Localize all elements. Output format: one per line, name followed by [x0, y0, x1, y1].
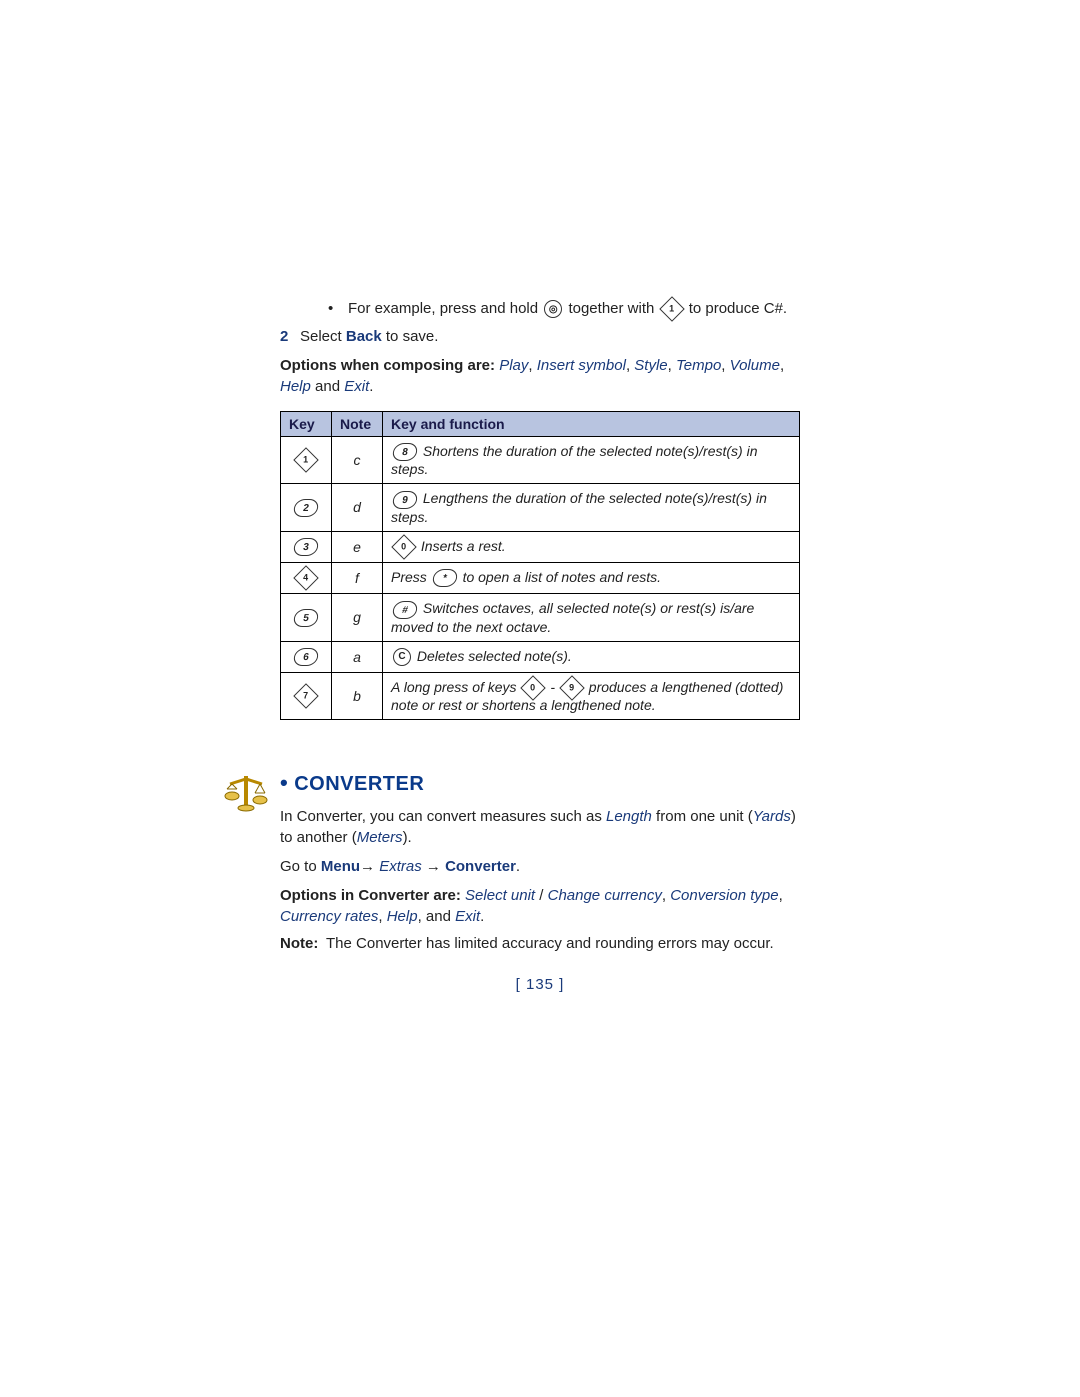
converter-icon: [224, 770, 268, 818]
key-cell: 7: [281, 672, 332, 719]
fn-cell: A long press of keys 0 - 9 produces a le…: [383, 672, 800, 719]
fn-cell: Press * to open a list of notes and rest…: [383, 562, 800, 593]
note-cell: c: [332, 437, 383, 484]
table-row: 5g# Switches octaves, all selected note(…: [281, 594, 800, 641]
key-cell: 1: [281, 437, 332, 484]
table-row: 1c8 Shortens the duration of the selecte…: [281, 437, 800, 484]
compose-options-lead: Options when composing are:: [280, 357, 495, 374]
converter-options: Options in Converter are: Select unit / …: [280, 885, 800, 927]
key-4-icon: 4: [293, 565, 318, 590]
note-cell: b: [332, 672, 383, 719]
example-prefix: For example, press and hold: [348, 300, 538, 317]
converter-intro: In Converter, you can convert measures s…: [280, 806, 800, 848]
converter-goto: Go to Menu→ Extras → Converter.: [280, 856, 800, 877]
fn-cell: 0 Inserts a rest.: [383, 531, 800, 562]
table-row: 7bA long press of keys 0 - 9 produces a …: [281, 672, 800, 719]
table-row: 3e0 Inserts a rest.: [281, 531, 800, 562]
note-cell: d: [332, 484, 383, 531]
note-cell: e: [332, 531, 383, 562]
converter-note: Note: The Converter has limited accuracy…: [280, 935, 800, 952]
page-number: [ 135 ]: [280, 976, 800, 993]
key-1-icon: 1: [659, 296, 684, 321]
step-2: 2 Select Back to save.: [280, 328, 800, 345]
fn-key-9-icon: 9: [391, 491, 418, 509]
table-row: 2d9 Lengthens the duration of the select…: [281, 484, 800, 531]
step-number: 2: [280, 328, 300, 345]
key-cell: 2: [281, 484, 332, 531]
col-note: Note: [332, 412, 383, 437]
table-row: 4fPress * to open a list of notes and re…: [281, 562, 800, 593]
key-cell: 4: [281, 562, 332, 593]
fn-key-C-icon: C: [393, 648, 411, 666]
key-cell: 5: [281, 594, 332, 641]
back-action: Back: [346, 328, 382, 345]
key-3-icon: 3: [292, 538, 319, 556]
converter-section: •CONVERTER In Converter, you can convert…: [280, 770, 800, 952]
fn-cell: # Switches octaves, all selected note(s)…: [383, 594, 800, 641]
key-cell: 6: [281, 641, 332, 672]
example-bullet: • For example, press and hold ◎ together…: [328, 300, 800, 318]
key-6-icon: 6: [292, 648, 319, 666]
example-mid: together with: [568, 300, 654, 317]
fn-key-0-icon: 0: [391, 534, 416, 559]
key-7-icon: 7: [293, 683, 318, 708]
col-key: Key: [281, 412, 332, 437]
key-function-table: Key Note Key and function 1c8 Shortens t…: [280, 411, 800, 720]
fn-cell: 9 Lengthens the duration of the selected…: [383, 484, 800, 531]
hold-key-icon: ◎: [544, 300, 562, 318]
fn-key-8-icon: 8: [391, 443, 418, 461]
note-cell: f: [332, 562, 383, 593]
fn-cell: C Deletes selected note(s).: [383, 641, 800, 672]
col-fn: Key and function: [383, 412, 800, 437]
fn-key-#-icon: #: [391, 601, 418, 619]
converter-heading: •CONVERTER: [280, 770, 800, 796]
example-tail: to produce C#.: [689, 300, 787, 317]
key-5-icon: 5: [292, 609, 319, 627]
fn-cell: 8 Shortens the duration of the selected …: [383, 437, 800, 484]
key-2-icon: 2: [292, 499, 319, 517]
table-row: 6aC Deletes selected note(s).: [281, 641, 800, 672]
fn-key-*-icon: *: [431, 569, 458, 587]
key-cell: 3: [281, 531, 332, 562]
note-cell: a: [332, 641, 383, 672]
compose-options: Options when composing are: Play, Insert…: [280, 355, 800, 397]
key-1-icon: 1: [293, 448, 318, 473]
note-cell: g: [332, 594, 383, 641]
